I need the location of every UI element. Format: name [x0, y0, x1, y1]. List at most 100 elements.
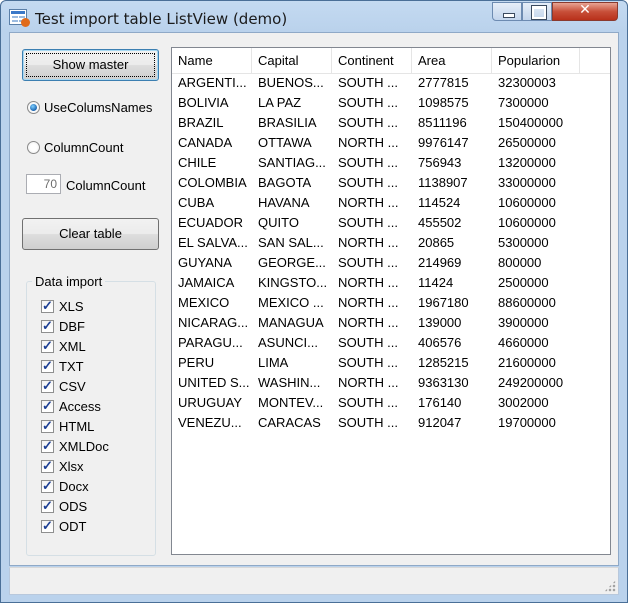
- table-row[interactable]: BRAZIL BRASILIA SOUTH ... 8511196 150400000: [172, 113, 610, 133]
- checkbox-docx[interactable]: ✓: [41, 478, 54, 493]
- table-cell: 7300000: [498, 95, 549, 110]
- close-icon: ✕: [579, 2, 591, 18]
- table-row[interactable]: EL SALVA... SAN SAL... NORTH ... 20865 53000…: [172, 233, 610, 253]
- checkbox-label: DBF: [59, 319, 85, 334]
- data-import-title: Data import: [32, 274, 106, 289]
- checkbox-html[interactable]: ✓: [41, 418, 54, 433]
- checkbox-xlsx[interactable]: ✓: [41, 458, 54, 473]
- use-columns-names-radio[interactable]: [27, 101, 40, 114]
- minimize-button[interactable]: [492, 2, 522, 21]
- checkbox-txt[interactable]: ✓: [41, 358, 54, 373]
- checkmark-icon: ✓: [42, 418, 53, 433]
- column-count-input[interactable]: 70: [26, 174, 61, 194]
- column-header-popularion[interactable]: Popularion: [492, 48, 580, 73]
- table-cell: NORTH ...: [338, 295, 399, 310]
- table-cell: VENEZU...: [178, 415, 242, 430]
- table-cell: 800000: [498, 255, 542, 270]
- table-row[interactable]: PARAGU... ASUNCI... SOUTH ... 406576 4660000: [172, 333, 610, 353]
- table-cell: MEXICO: [178, 295, 230, 310]
- table-cell: 5300000: [498, 235, 549, 250]
- checkmark-icon: ✓: [42, 378, 53, 393]
- table-cell: 1138907: [418, 175, 468, 190]
- table-cell: 455502: [418, 215, 462, 230]
- resize-grip-icon[interactable]: [604, 580, 616, 592]
- checkmark-icon: ✓: [42, 298, 53, 313]
- table-row[interactable]: ECUADOR QUITO SOUTH ... 455502 10600000: [172, 213, 610, 233]
- table-cell: 1967180: [418, 295, 469, 310]
- table-cell: 214969: [418, 255, 462, 270]
- table-cell: WASHIN...: [258, 375, 321, 390]
- column-header-area[interactable]: Area: [412, 48, 492, 73]
- table-cell: 11424: [418, 275, 454, 290]
- checkmark-icon: ✓: [42, 318, 53, 333]
- column-header-capital[interactable]: Capital: [252, 48, 332, 73]
- column-count-radio[interactable]: [27, 141, 40, 154]
- checkmark-icon: ✓: [42, 478, 53, 493]
- table-cell: CANADA: [178, 135, 233, 150]
- table-cell: SOUTH ...: [338, 255, 398, 270]
- show-master-button[interactable]: Show master: [22, 49, 159, 81]
- table-cell: 249200000: [498, 375, 564, 390]
- table-cell: 756943: [418, 155, 462, 170]
- table-row[interactable]: URUGUAY MONTEV... SOUTH ... 176140 3002000: [172, 393, 610, 413]
- table-row[interactable]: CHILE SANTIAG... SOUTH ... 756943 13200000: [172, 153, 610, 173]
- table-cell: NORTH ...: [338, 135, 399, 150]
- table-row[interactable]: JAMAICA KINGSTO... NORTH ... 11424 2500000: [172, 273, 610, 293]
- close-button[interactable]: ✕: [552, 2, 618, 21]
- checkbox-label: CSV: [59, 379, 86, 394]
- table-cell: SOUTH ...: [338, 215, 398, 230]
- table-cell: SOUTH ...: [338, 95, 398, 110]
- table-row[interactable]: CANADA OTTAWA NORTH ... 9976147 26500000: [172, 133, 610, 153]
- use-columns-names-label: UseColumsNames: [44, 100, 153, 115]
- table-row[interactable]: MEXICO MEXICO ... NORTH ... 1967180 88600000: [172, 293, 610, 313]
- table-listview[interactable]: Name Capital Continent Area Popularion ARGEN…: [171, 47, 611, 555]
- table-cell: SOUTH ...: [338, 415, 398, 430]
- table-cell: HAVANA: [258, 195, 310, 210]
- table-row[interactable]: COLOMBIA BAGOTA SOUTH ... 1138907 33000000: [172, 173, 610, 193]
- checkbox-odt[interactable]: ✓: [41, 518, 54, 533]
- table-row[interactable]: GUYANA GEORGE... SOUTH ... 214969 800000: [172, 253, 610, 273]
- table-cell: CHILE: [178, 155, 217, 170]
- checkbox-xml[interactable]: ✓: [41, 338, 54, 353]
- checkbox-ods[interactable]: ✓: [41, 498, 54, 513]
- table-cell: 20865: [418, 235, 455, 250]
- table-cell: MANAGUA: [258, 315, 324, 330]
- checkmark-icon: ✓: [42, 338, 53, 353]
- table-row[interactable]: UNITED S... WASHIN... NORTH ... 9363130 2492…: [172, 373, 610, 393]
- table-cell: SOUTH ...: [338, 395, 398, 410]
- table-row[interactable]: BOLIVIA LA PAZ SOUTH ... 1098575 7300000: [172, 93, 610, 113]
- checkbox-label: TXT: [59, 359, 84, 374]
- checkbox-dbf[interactable]: ✓: [41, 318, 54, 333]
- column-header-name[interactable]: Name: [172, 48, 252, 73]
- status-bar: [9, 567, 619, 595]
- table-row[interactable]: CUBA HAVANA NORTH ... 114524 10600000: [172, 193, 610, 213]
- table-cell: SOUTH ...: [338, 75, 398, 90]
- table-row[interactable]: ARGENTI... BUENOS... SOUTH ... 2777815 32300…: [172, 73, 610, 93]
- table-cell: SOUTH ...: [338, 155, 398, 170]
- checkbox-xmldoc[interactable]: ✓: [41, 438, 54, 453]
- table-cell: 150400000: [498, 115, 564, 130]
- table-row[interactable]: NICARAG... MANAGUA NORTH ... 139000 3900000: [172, 313, 610, 333]
- checkbox-label: ODT: [59, 519, 87, 534]
- table-cell: 2500000: [498, 275, 549, 290]
- checkmark-icon: ✓: [42, 498, 53, 513]
- checkbox-xls[interactable]: ✓: [41, 298, 54, 313]
- maximize-icon: [531, 5, 547, 20]
- table-cell: NORTH ...: [338, 235, 399, 250]
- maximize-button[interactable]: [522, 2, 552, 21]
- table-cell: SANTIAG...: [258, 155, 326, 170]
- table-cell: PARAGU...: [178, 335, 243, 350]
- checkbox-access[interactable]: ✓: [41, 398, 54, 413]
- checkmark-icon: ✓: [42, 518, 53, 533]
- checkbox-csv[interactable]: ✓: [41, 378, 54, 393]
- table-cell: 10600000: [498, 195, 556, 210]
- column-header-continent[interactable]: Continent: [332, 48, 412, 73]
- table-row[interactable]: PERU LIMA SOUTH ... 1285215 21600000: [172, 353, 610, 373]
- table-cell: 3900000: [498, 315, 549, 330]
- title-bar[interactable]: Test import table ListView (demo) ✕: [1, 1, 627, 33]
- table-row[interactable]: VENEZU... CARACAS SOUTH ... 912047 19700000: [172, 413, 610, 433]
- table-cell: SOUTH ...: [338, 355, 398, 370]
- table-cell: EL SALVA...: [178, 235, 248, 250]
- clear-table-button[interactable]: Clear table: [22, 218, 159, 250]
- table-cell: 19700000: [498, 415, 556, 430]
